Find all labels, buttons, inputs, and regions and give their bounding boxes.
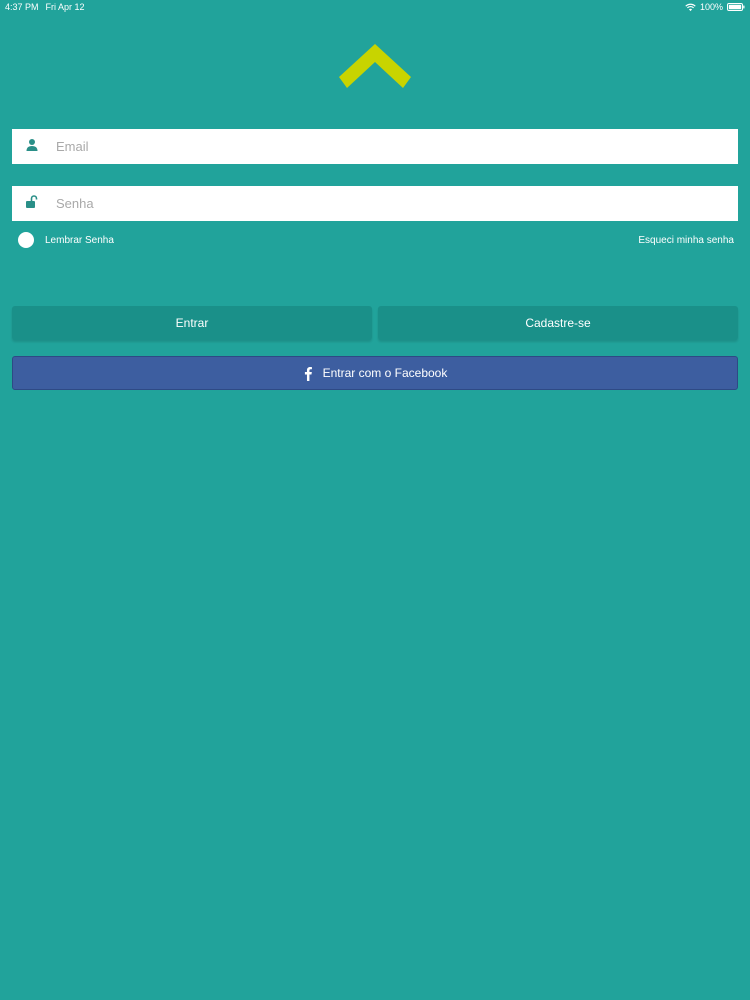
facebook-icon bbox=[304, 366, 312, 381]
login-button[interactable]: Entrar bbox=[12, 306, 372, 340]
email-input[interactable] bbox=[56, 129, 726, 164]
email-field[interactable] bbox=[12, 129, 738, 164]
status-left: 4:37 PM Fri Apr 12 bbox=[5, 0, 85, 14]
battery-icon bbox=[727, 3, 745, 11]
facebook-login-button[interactable]: Entrar com o Facebook bbox=[12, 356, 738, 390]
facebook-login-label: Entrar com o Facebook bbox=[322, 366, 448, 380]
password-field[interactable] bbox=[12, 186, 738, 221]
status-date: Fri Apr 12 bbox=[45, 2, 85, 12]
register-button[interactable]: Cadastre-se bbox=[378, 306, 738, 340]
battery-percent: 100% bbox=[699, 2, 723, 12]
status-bar: 4:37 PM Fri Apr 12 100% bbox=[0, 0, 750, 14]
password-input[interactable] bbox=[56, 186, 726, 221]
lock-icon bbox=[26, 195, 38, 208]
remember-password[interactable]: Lembrar Senha bbox=[18, 232, 114, 248]
wifi-icon bbox=[685, 3, 696, 11]
remember-label: Lembrar Senha bbox=[45, 234, 114, 246]
status-time: 4:37 PM bbox=[5, 2, 39, 12]
user-icon bbox=[26, 139, 38, 151]
chevron-up-logo-icon bbox=[339, 44, 411, 88]
remember-radio[interactable] bbox=[18, 232, 34, 248]
forgot-password-link[interactable]: Esqueci minha senha bbox=[638, 235, 734, 246]
status-right: 100% bbox=[685, 0, 745, 14]
